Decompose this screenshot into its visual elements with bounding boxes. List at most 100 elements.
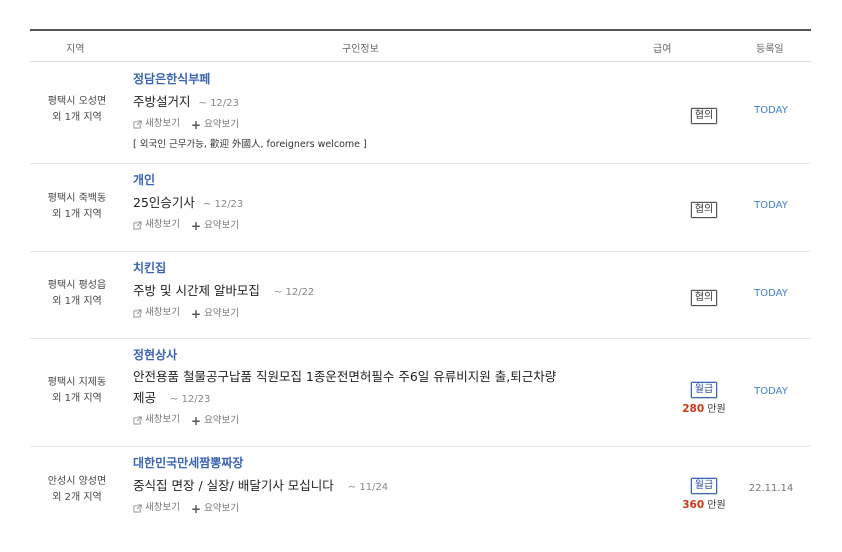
pay-amount-value: 280: [682, 403, 705, 415]
plus-icon: +: [191, 117, 202, 132]
summary-label: 요약보기: [204, 118, 240, 130]
pay-type-badge: 월급: [690, 382, 718, 398]
row-region: 평택시 평성읍 외 1개 지역: [30, 278, 124, 310]
row-pay: 협의: [674, 197, 734, 218]
registered-date: TODAY: [754, 288, 788, 299]
row-actions: 새창보기 + 요약보기: [133, 116, 603, 132]
pay-type-badge: 월급: [690, 478, 718, 494]
external-link-icon: [133, 308, 142, 318]
region-line: 평택시 오성면: [47, 96, 107, 107]
summary-label: 요약보기: [204, 414, 240, 426]
title-line: 주방 및 시간제 알바모집 ~ 12/22: [133, 280, 603, 301]
row-pay: 협의: [674, 285, 734, 306]
job-listing-table: 지역 구인정보 급여 등록일 평택시 오성면 외 1개 지역 정담은한식부페 주…: [30, 29, 811, 533]
title-line: 안전용품 철물공구납품 직원모집 1종운전면허필수 주6일 유류비지원 출,퇴근…: [133, 367, 603, 408]
row-pay: 월급 280 만원: [674, 377, 734, 415]
table-row[interactable]: 안성시 양성면 외 2개 지역 대한민국만세짬뽕짜장 중식집 면장 / 실장/ …: [30, 447, 811, 533]
row-actions: 새창보기 + 요약보기: [133, 217, 603, 233]
external-link-icon: [133, 220, 142, 230]
new-window-label: 새창보기: [145, 118, 180, 129]
row-region: 안성시 양성면 외 2개 지역: [30, 474, 124, 506]
row-info: 치킨집 주방 및 시간제 알바모집 ~ 12/22 새창보기 + 요약보기: [133, 260, 603, 321]
title-line: 25인승기사 ~ 12/23: [133, 192, 603, 213]
plus-icon: +: [191, 306, 202, 321]
external-link-icon: [133, 415, 142, 425]
region-line: 안성시 양성면: [47, 476, 107, 487]
job-title-link[interactable]: 25인승기사: [133, 195, 195, 210]
pay-amount: 360 만원: [674, 496, 734, 511]
summary-label: 요약보기: [204, 307, 240, 319]
registered-date: 22.11.14: [748, 483, 794, 494]
new-window-button[interactable]: 새창보기: [133, 305, 180, 321]
row-region: 평택시 죽백동 외 1개 지역: [30, 191, 124, 223]
deadline-date: ~ 11/24: [347, 482, 389, 493]
registered-date: TODAY: [754, 200, 788, 211]
row-info: 정현상사 안전용품 철물공구납품 직원모집 1종운전면허필수 주6일 유류비지원…: [133, 347, 603, 428]
company-link[interactable]: 정담은한식부페: [133, 71, 603, 87]
table-row[interactable]: 평택시 지제동 외 1개 지역 정현상사 안전용품 철물공구납품 직원모집 1종…: [30, 339, 811, 447]
plus-icon: +: [191, 501, 202, 516]
row-actions: 새창보기 + 요약보기: [133, 305, 603, 321]
summary-label: 요약보기: [204, 502, 240, 514]
table-row[interactable]: 평택시 평성읍 외 1개 지역 치킨집 주방 및 시간제 알바모집 ~ 12/22…: [30, 252, 811, 339]
table-row[interactable]: 평택시 죽백동 외 1개 지역 개인 25인승기사 ~ 12/23 새창보기 + …: [30, 164, 811, 252]
row-region: 평택시 오성면 외 1개 지역: [30, 94, 124, 126]
pay-unit: 만원: [707, 500, 726, 511]
job-title-continuation[interactable]: 제공: [133, 390, 156, 405]
new-window-label: 새창보기: [145, 502, 180, 513]
row-note: [ 외국인 근무가능, 歡迎 外國人, foreigners welcome ]: [133, 139, 367, 150]
region-extra: 외 1개 지역: [52, 209, 102, 220]
header-info: 구인정보: [342, 44, 379, 55]
company-link[interactable]: 대한민국만세짬뽕짜장: [133, 455, 603, 471]
row-region: 평택시 지제동 외 1개 지역: [30, 375, 124, 407]
pay-amount-value: 360: [682, 499, 705, 511]
new-window-button[interactable]: 새창보기: [133, 500, 180, 516]
header-region: 지역: [66, 44, 85, 55]
external-link-icon: [133, 503, 142, 513]
summary-button[interactable]: + 요약보기: [191, 413, 239, 429]
region-line: 평택시 지제동: [47, 377, 107, 388]
summary-button[interactable]: + 요약보기: [191, 218, 239, 234]
deadline-date: ~ 12/23: [198, 98, 239, 109]
summary-button[interactable]: + 요약보기: [191, 117, 239, 133]
pay-amount: 280 만원: [674, 400, 734, 415]
deadline-date: ~ 12/23: [170, 394, 211, 405]
title-line: 중식집 면장 / 실장/ 배달기사 모십니다 ~ 11/24: [133, 475, 603, 496]
table-row[interactable]: 평택시 오성면 외 1개 지역 정담은한식부페 주방설거지 ~ 12/23 새창보…: [30, 62, 811, 164]
job-title-link[interactable]: 중식집 면장 / 실장/ 배달기사 모십니다: [133, 478, 334, 493]
region-line: 평택시 평성읍: [47, 280, 107, 291]
region-extra: 외 1개 지역: [52, 112, 102, 123]
new-window-button[interactable]: 새창보기: [133, 116, 180, 132]
pay-type-badge: 협의: [690, 290, 718, 306]
plus-icon: +: [191, 413, 202, 428]
company-link[interactable]: 개인: [133, 172, 603, 188]
table-header: 지역 구인정보 급여 등록일: [30, 29, 811, 62]
region-extra: 외 1개 지역: [52, 393, 102, 404]
new-window-button[interactable]: 새창보기: [133, 412, 180, 428]
job-title-link[interactable]: 주방 및 시간제 알바모집: [133, 283, 260, 298]
pay-type-badge: 협의: [690, 108, 718, 124]
plus-icon: +: [191, 218, 202, 233]
external-link-icon: [133, 119, 142, 129]
summary-button[interactable]: + 요약보기: [191, 306, 239, 322]
job-title-link[interactable]: 주방설거지: [133, 94, 191, 109]
summary-button[interactable]: + 요약보기: [191, 501, 239, 517]
company-link[interactable]: 치킨집: [133, 260, 603, 276]
row-info: 정담은한식부페 주방설거지 ~ 12/23 새창보기 + 요약보기 [ 외국인 근…: [133, 71, 603, 150]
row-actions: 새창보기 + 요약보기: [133, 412, 603, 428]
new-window-label: 새창보기: [145, 219, 180, 230]
job-title-link[interactable]: 안전용품 철물공구납품 직원모집 1종운전면허필수 주6일 유류비지원 출,퇴근…: [133, 367, 603, 387]
region-extra: 외 1개 지역: [52, 296, 102, 307]
region-extra: 외 2개 지역: [52, 492, 102, 503]
new-window-button[interactable]: 새창보기: [133, 217, 180, 233]
pay-unit: 만원: [707, 404, 726, 415]
deadline-date: ~ 12/22: [273, 287, 315, 298]
summary-label: 요약보기: [204, 219, 240, 231]
registered-date: TODAY: [754, 105, 788, 116]
deadline-date: ~ 12/23: [202, 199, 244, 210]
row-pay: 월급 360 만원: [674, 473, 734, 511]
header-registered: 등록일: [756, 44, 784, 55]
row-pay: 협의: [674, 103, 734, 124]
row-info: 대한민국만세짬뽕짜장 중식집 면장 / 실장/ 배달기사 모십니다 ~ 11/24…: [133, 455, 603, 516]
company-link[interactable]: 정현상사: [133, 347, 603, 363]
